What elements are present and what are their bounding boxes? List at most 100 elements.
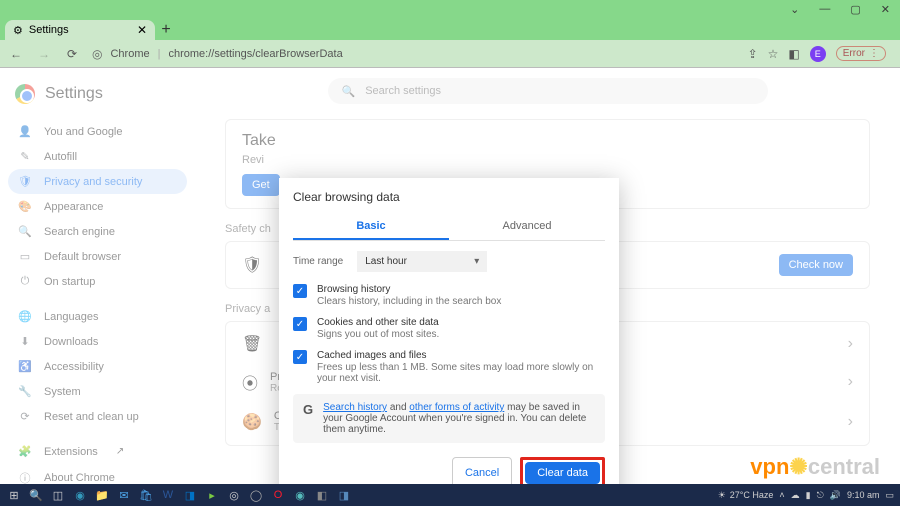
- avatar[interactable]: E: [810, 46, 826, 62]
- sidebar-item-privacy[interactable]: 🛡Privacy and security: [8, 169, 187, 194]
- sidebar-item-you[interactable]: 👤You and Google: [8, 119, 187, 144]
- browser-tab[interactable]: ⚙ Settings ✕: [5, 20, 155, 40]
- app2-icon[interactable]: ◯: [248, 487, 264, 503]
- app3-icon[interactable]: ◉: [292, 487, 308, 503]
- checkbox-cache[interactable]: ✓: [293, 350, 307, 364]
- weather-widget[interactable]: ☀ 27°C Haze: [718, 490, 774, 501]
- explorer-icon[interactable]: 📁: [94, 487, 110, 503]
- checkbox-cookies[interactable]: ✓: [293, 317, 307, 331]
- chevron-right-icon: ›: [848, 335, 853, 353]
- sidebar-item-autofill[interactable]: ✎Autofill: [8, 144, 187, 169]
- url-text[interactable]: chrome://settings/clearBrowserData: [168, 48, 342, 60]
- time-range-select[interactable]: Last hour ▾: [357, 251, 487, 272]
- info-box: G Search history and other forms of acti…: [293, 394, 605, 443]
- sidebar-item-search[interactable]: 🔍Search engine: [8, 219, 187, 244]
- chrome-icon: ◎: [92, 47, 102, 61]
- sun-icon: ☀: [718, 490, 726, 501]
- external-icon: ↗: [116, 446, 124, 457]
- sound-icon[interactable]: 🔊: [830, 490, 841, 501]
- forward-button[interactable]: →: [36, 47, 52, 61]
- browser-icon: ▭: [18, 250, 32, 263]
- accessibility-icon: ♿: [18, 360, 32, 373]
- gear-icon: ⚙: [13, 24, 23, 37]
- activity-link[interactable]: other forms of activity: [409, 402, 504, 413]
- extensions-icon[interactable]: ◧: [788, 47, 799, 61]
- tab-basic[interactable]: Basic: [293, 214, 449, 240]
- check-now-button[interactable]: Check now: [779, 254, 853, 276]
- window-maximize[interactable]: ▢: [850, 3, 860, 16]
- taskview-icon[interactable]: ◫: [50, 487, 66, 503]
- search-icon: 🔍: [18, 225, 32, 238]
- caret-down-icon[interactable]: ⌄: [790, 3, 799, 16]
- chrome-taskbar-icon[interactable]: ◎: [226, 487, 242, 503]
- taskbar[interactable]: ⊞ 🔍 ◫ ◉ 📁 ✉ 🛍 W ◨ ▸ ◎ ◯ O ◉ ◧ ◨ ☀ 27°C H…: [0, 484, 900, 506]
- target-icon: ⦿: [242, 370, 258, 394]
- sidebar-item-system[interactable]: 🔧System: [8, 379, 187, 404]
- watermark: vpn✺central: [750, 454, 880, 480]
- checkbox-history[interactable]: ✓: [293, 284, 307, 298]
- app-icon[interactable]: ▸: [204, 487, 220, 503]
- bookmark-icon[interactable]: ☆: [768, 47, 779, 61]
- sidebar-item-appearance[interactable]: 🎨Appearance: [8, 194, 187, 219]
- search-icon[interactable]: 🔍: [28, 487, 44, 503]
- battery-icon[interactable]: ▮: [806, 490, 811, 501]
- clock[interactable]: 9:10 am: [847, 490, 880, 500]
- shield-check-icon: 🛡: [242, 255, 262, 275]
- google-icon: G: [303, 402, 313, 435]
- pencil-icon: ✎: [18, 150, 32, 163]
- cookie-icon: 🍪: [242, 412, 262, 432]
- clear-data-button[interactable]: Clear data: [525, 462, 600, 484]
- back-button[interactable]: ←: [8, 47, 24, 61]
- tab-title: Settings: [29, 24, 69, 36]
- error-chip[interactable]: Error⋮: [836, 46, 886, 61]
- new-tab-button[interactable]: +: [155, 20, 177, 40]
- sidebar-item-languages[interactable]: 🌐Languages: [8, 304, 187, 329]
- tab-advanced[interactable]: Advanced: [449, 214, 605, 240]
- get-button[interactable]: Get: [242, 174, 280, 196]
- globe-icon: 🌐: [18, 310, 32, 323]
- clear-browsing-data-dialog: Clear browsing data Basic Advanced Time …: [279, 178, 619, 503]
- app4-icon[interactable]: ◧: [314, 487, 330, 503]
- page-title: Settings: [45, 85, 103, 103]
- url-label: Chrome: [110, 48, 149, 60]
- power-icon: ⏻: [18, 275, 32, 288]
- opera-icon[interactable]: O: [270, 487, 286, 503]
- mail-icon[interactable]: ✉: [116, 487, 132, 503]
- puzzle-icon: 🧩: [18, 445, 32, 458]
- edge-icon[interactable]: ◉: [72, 487, 88, 503]
- search-icon: 🔍: [342, 85, 356, 98]
- sidebar-item-default-browser[interactable]: ▭Default browser: [8, 244, 187, 269]
- notifications-icon[interactable]: ▭: [885, 490, 894, 501]
- trash-icon: 🗑: [242, 334, 262, 354]
- tray-up-icon[interactable]: ˄: [779, 490, 784, 500]
- search-settings[interactable]: 🔍 Search settings: [328, 78, 768, 104]
- sidebar-item-startup[interactable]: ⏻On startup: [8, 269, 187, 294]
- start-icon[interactable]: ⊞: [6, 487, 22, 503]
- sidebar: 👤You and Google ✎Autofill 🛡Privacy and s…: [0, 119, 195, 492]
- chevron-right-icon: ›: [848, 373, 853, 391]
- sidebar-item-reset[interactable]: ⟳Reset and clean up: [8, 404, 187, 429]
- store-icon[interactable]: 🛍: [138, 487, 154, 503]
- chrome-logo: [15, 84, 35, 104]
- window-close[interactable]: ✕: [881, 3, 890, 16]
- download-icon: ⬇: [18, 335, 32, 348]
- reload-button[interactable]: ⟳: [64, 47, 80, 61]
- chevron-right-icon: ›: [848, 413, 853, 431]
- sidebar-item-downloads[interactable]: ⬇Downloads: [8, 329, 187, 354]
- search-history-link[interactable]: Search history: [323, 402, 387, 413]
- app5-icon[interactable]: ◨: [336, 487, 352, 503]
- chevron-down-icon: ▾: [474, 256, 479, 267]
- sidebar-item-accessibility[interactable]: ♿Accessibility: [8, 354, 187, 379]
- search-placeholder: Search settings: [365, 85, 441, 97]
- window-minimize[interactable]: —: [819, 3, 830, 15]
- palette-icon: 🎨: [18, 200, 32, 213]
- cloud-icon[interactable]: ☁: [791, 490, 800, 501]
- word-icon[interactable]: W: [160, 487, 176, 503]
- outlook-icon[interactable]: ◨: [182, 487, 198, 503]
- wifi-icon[interactable]: ⎋: [817, 490, 824, 501]
- share-icon[interactable]: ⇪: [748, 47, 758, 61]
- tab-close-icon[interactable]: ✕: [137, 23, 147, 37]
- time-range-label: Time range: [293, 256, 343, 267]
- shield-icon: 🛡: [18, 175, 32, 188]
- sidebar-item-extensions[interactable]: 🧩Extensions↗: [8, 439, 187, 464]
